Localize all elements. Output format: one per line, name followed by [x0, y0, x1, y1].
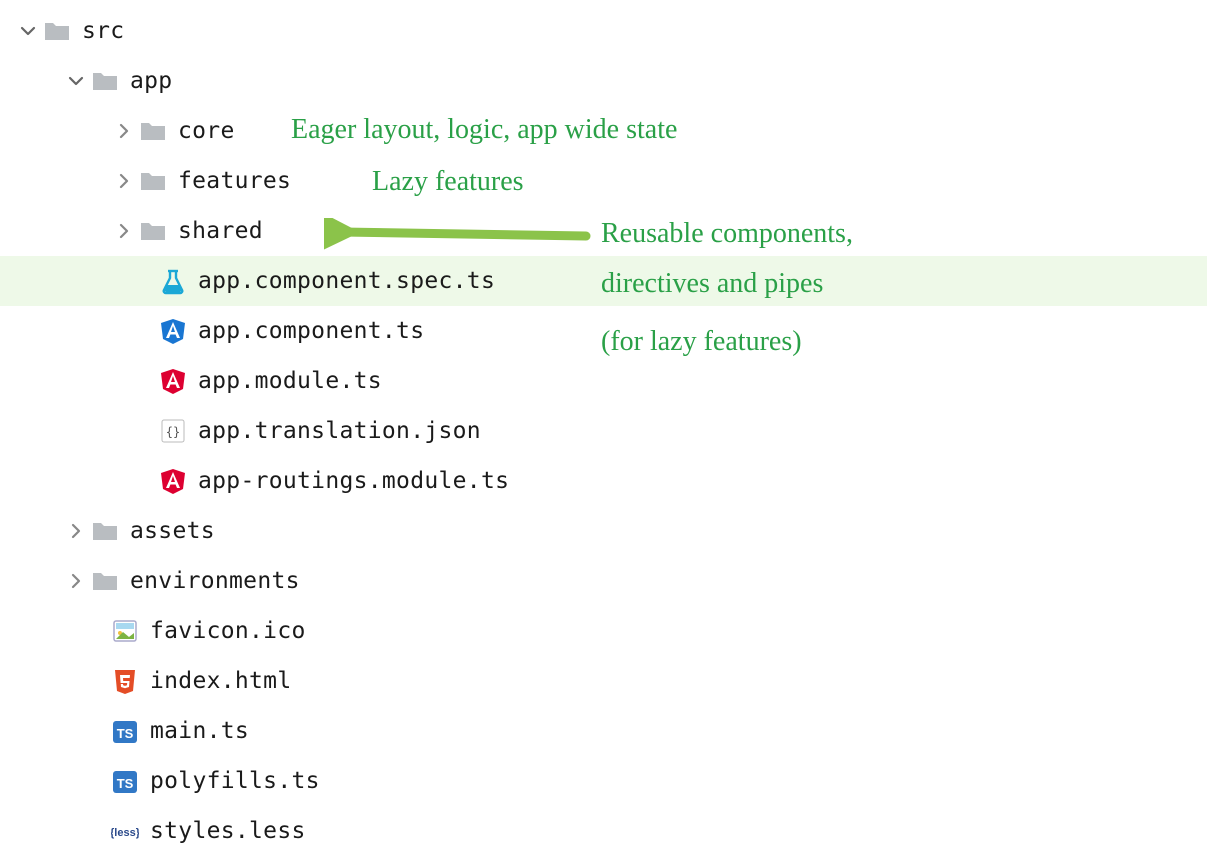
tree-row-index-html[interactable]: index.html — [0, 656, 1207, 706]
folder-icon — [138, 116, 168, 146]
folder-icon — [138, 166, 168, 196]
annotation-shared-line2: directives and pipes — [601, 264, 823, 303]
json-icon — [158, 416, 188, 446]
tree-row-environments[interactable]: environments — [0, 556, 1207, 606]
angular-icon — [158, 316, 188, 346]
tree-label: app-routings.module.ts — [198, 468, 509, 494]
tree-label: assets — [130, 518, 215, 544]
tree-label: src — [82, 18, 124, 44]
chevron-down-icon[interactable] — [62, 70, 90, 92]
tree-label: index.html — [150, 668, 291, 694]
image-icon — [110, 616, 140, 646]
tree-label: main.ts — [150, 718, 249, 744]
tree-row-assets[interactable]: assets — [0, 506, 1207, 556]
flask-icon — [158, 266, 188, 296]
less-icon — [110, 816, 140, 846]
tree-label: environments — [130, 568, 300, 594]
folder-icon — [90, 516, 120, 546]
annotation-shared-line1: Reusable components, — [601, 214, 853, 253]
tree-label: app.module.ts — [198, 368, 382, 394]
tree-label: app.translation.json — [198, 418, 481, 444]
chevron-right-icon[interactable] — [110, 170, 138, 192]
tree-row-app[interactable]: app — [0, 56, 1207, 106]
folder-icon — [138, 216, 168, 246]
tree-label: shared — [178, 218, 263, 244]
angular-icon — [158, 466, 188, 496]
tree-row-styles-less[interactable]: styles.less — [0, 806, 1207, 856]
tree-row-features[interactable]: features — [0, 156, 1207, 206]
tree-row-app-module[interactable]: app.module.ts — [0, 356, 1207, 406]
chevron-right-icon[interactable] — [110, 220, 138, 242]
tree-label: styles.less — [150, 818, 306, 844]
annotation-features: Lazy features — [372, 162, 524, 201]
tree-row-app-routings[interactable]: app-routings.module.ts — [0, 456, 1207, 506]
tree-label: app.component.ts — [198, 318, 424, 344]
tree-row-main-ts[interactable]: main.ts — [0, 706, 1207, 756]
tree-row-app-translation[interactable]: app.translation.json — [0, 406, 1207, 456]
chevron-right-icon[interactable] — [62, 520, 90, 542]
tree-row-polyfills[interactable]: polyfills.ts — [0, 756, 1207, 806]
tree-label: polyfills.ts — [150, 768, 320, 794]
chevron-right-icon[interactable] — [62, 570, 90, 592]
typescript-icon — [110, 716, 140, 746]
tree-label: favicon.ico — [150, 618, 306, 644]
tree-label: core — [178, 118, 235, 144]
folder-icon — [42, 16, 72, 46]
typescript-icon — [110, 766, 140, 796]
annotation-core: Eager layout, logic, app wide state — [291, 110, 677, 149]
tree-label: app.component.spec.ts — [198, 268, 495, 294]
angular-icon — [158, 366, 188, 396]
folder-icon — [90, 66, 120, 96]
html5-icon — [110, 666, 140, 696]
folder-icon — [90, 566, 120, 596]
tree-row-src[interactable]: src — [0, 6, 1207, 56]
annotation-shared-line3: (for lazy features) — [601, 322, 802, 361]
chevron-down-icon[interactable] — [14, 20, 42, 42]
chevron-right-icon[interactable] — [110, 120, 138, 142]
tree-row-favicon[interactable]: favicon.ico — [0, 606, 1207, 656]
tree-label: app — [130, 68, 172, 94]
tree-label: features — [178, 168, 291, 194]
